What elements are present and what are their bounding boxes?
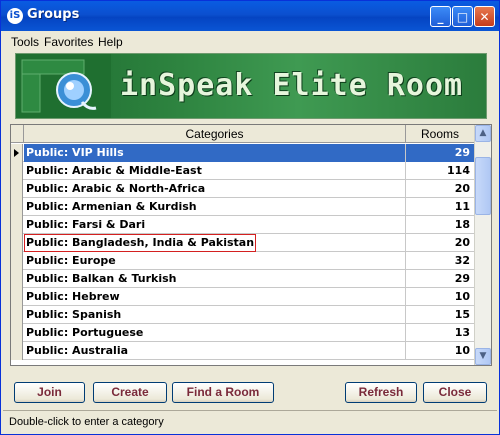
- join-button[interactable]: Join: [14, 382, 85, 403]
- rooms-cell[interactable]: 114: [406, 162, 474, 180]
- category-cell[interactable]: Public: Arabic & North-Africa: [24, 180, 406, 198]
- category-cell[interactable]: Public: Bangladesh, India & Pakistan: [24, 234, 406, 252]
- category-cell[interactable]: Public: Armenian & Kurdish: [24, 198, 406, 216]
- row-selector[interactable]: [11, 198, 23, 216]
- rooms-cell[interactable]: 15: [406, 306, 474, 324]
- table-row[interactable]: Public: Australia 10: [11, 342, 474, 360]
- category-cell[interactable]: Public: Balkan & Turkish: [24, 270, 406, 288]
- menu-favorites[interactable]: Favorites: [44, 35, 93, 49]
- category-cell[interactable]: Public: Arabic & Middle-East: [24, 162, 406, 180]
- rooms-cell[interactable]: 29: [406, 144, 474, 162]
- window-title: Groups: [27, 7, 80, 22]
- scroll-down-icon[interactable]: ▼: [475, 348, 491, 365]
- inspeak-icon: iS: [7, 8, 23, 24]
- table-row[interactable]: Public: Spanish 15: [11, 306, 474, 324]
- table-row[interactable]: Public: Balkan & Turkish 29: [11, 270, 474, 288]
- category-cell[interactable]: Public: Farsi & Dari: [24, 216, 406, 234]
- maximize-button[interactable]: □: [452, 6, 473, 27]
- categories-grid: Categories Rooms Public: VIP Hills 29 Pu…: [10, 124, 492, 366]
- create-button[interactable]: Create: [93, 382, 167, 403]
- category-cell[interactable]: Public: Portuguese: [24, 324, 406, 342]
- category-cell[interactable]: Public: Australia: [24, 342, 406, 360]
- column-header-categories[interactable]: Categories: [24, 125, 406, 143]
- banner-title: inSpeak Elite Room: [120, 68, 464, 103]
- table-row[interactable]: Public: Farsi & Dari 18: [11, 216, 474, 234]
- menu-bar: Tools Favorites Help: [1, 33, 499, 51]
- row-selector[interactable]: [11, 162, 23, 180]
- current-row-arrow-icon: [14, 149, 19, 157]
- rooms-cell[interactable]: 29: [406, 270, 474, 288]
- row-selector-header: [11, 125, 24, 143]
- scroll-thumb[interactable]: [475, 157, 491, 215]
- title-bar[interactable]: iS Groups _ □ ✕: [1, 1, 499, 31]
- table-row[interactable]: Public: Portuguese 13: [11, 324, 474, 342]
- refresh-button[interactable]: Refresh: [345, 382, 417, 403]
- menu-tools[interactable]: Tools: [11, 35, 39, 49]
- rooms-cell[interactable]: 20: [406, 180, 474, 198]
- table-row[interactable]: Public: VIP Hills 29: [11, 144, 474, 162]
- find-a-room-button[interactable]: Find a Room: [172, 382, 274, 403]
- close-button[interactable]: Close: [423, 382, 487, 403]
- row-selector[interactable]: [11, 324, 23, 342]
- rooms-cell[interactable]: 10: [406, 288, 474, 306]
- rooms-cell[interactable]: 13: [406, 324, 474, 342]
- category-cell[interactable]: Public: Hebrew: [24, 288, 406, 306]
- row-selector[interactable]: [11, 180, 23, 198]
- rooms-cell[interactable]: 11: [406, 198, 474, 216]
- row-selector[interactable]: [11, 252, 23, 270]
- table-row[interactable]: Public: Armenian & Kurdish 11: [11, 198, 474, 216]
- category-cell[interactable]: Public: Spanish: [24, 306, 406, 324]
- close-window-button[interactable]: ✕: [474, 6, 495, 27]
- row-selector[interactable]: [11, 234, 23, 252]
- scroll-up-icon[interactable]: ▲: [475, 125, 491, 142]
- status-text: Double-click to enter a category: [9, 416, 164, 428]
- minimize-button[interactable]: _: [430, 6, 451, 27]
- row-selector[interactable]: [11, 288, 23, 306]
- row-selector[interactable]: [11, 306, 23, 324]
- category-cell[interactable]: Public: VIP Hills: [24, 144, 406, 162]
- rooms-cell[interactable]: 20: [406, 234, 474, 252]
- column-header-rooms[interactable]: Rooms: [406, 125, 474, 143]
- rooms-cell[interactable]: 18: [406, 216, 474, 234]
- row-selector[interactable]: [11, 270, 23, 288]
- row-selector[interactable]: [11, 216, 23, 234]
- table-row[interactable]: Public: Bangladesh, India & Pakistan 20: [11, 234, 474, 252]
- banner: inSpeak Elite Room: [15, 53, 487, 119]
- table-row[interactable]: Public: Hebrew 10: [11, 288, 474, 306]
- category-cell[interactable]: Public: Europe: [24, 252, 406, 270]
- rooms-cell[interactable]: 32: [406, 252, 474, 270]
- menu-help[interactable]: Help: [98, 35, 123, 49]
- rooms-cell[interactable]: 10: [406, 342, 474, 360]
- groups-window: iS Groups _ □ ✕ Tools Favorites Help inS…: [0, 0, 500, 435]
- row-selector[interactable]: [11, 144, 23, 162]
- table-row[interactable]: Public: Europe 32: [11, 252, 474, 270]
- vertical-scrollbar[interactable]: ▲ ▼: [474, 125, 491, 365]
- table-row[interactable]: Public: Arabic & North-Africa 20: [11, 180, 474, 198]
- table-row[interactable]: Public: Arabic & Middle-East 114: [11, 162, 474, 180]
- inspeak-logo: [16, 54, 111, 118]
- row-selector[interactable]: [11, 342, 23, 360]
- status-bar: Double-click to enter a category: [3, 410, 497, 433]
